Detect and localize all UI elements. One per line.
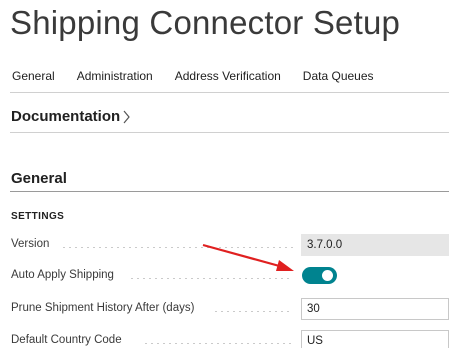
setup-page: Shipping Connector Setup General Adminis… — [0, 0, 449, 348]
field-version: Version 3.7.0.0 — [11, 234, 449, 256]
section-divider — [10, 191, 449, 192]
field-prune-history: Prune Shipment History After (days) 30 — [11, 298, 449, 320]
documentation-divider — [10, 132, 449, 133]
field-default-country: Default Country Code US — [11, 330, 449, 348]
documentation-label: Documentation — [11, 108, 121, 125]
menu-item-general[interactable]: General — [12, 69, 55, 83]
group-caption-settings: SETTINGS — [11, 211, 65, 222]
default-country-input[interactable]: US — [301, 330, 449, 348]
prune-history-label: Prune Shipment History After (days) — [11, 302, 195, 314]
annotation-arrow-icon — [202, 243, 294, 271]
menu-item-data-queues[interactable]: Data Queues — [303, 69, 374, 83]
prune-history-input[interactable]: 30 — [301, 298, 449, 320]
default-country-label: Default Country Code — [11, 334, 122, 346]
auto-apply-shipping-label: Auto Apply Shipping — [11, 269, 114, 281]
field-auto-apply-shipping: Auto Apply Shipping — [11, 265, 449, 287]
action-menu: General Administration Address Verificat… — [12, 69, 374, 83]
chevron-right-icon — [123, 110, 130, 123]
dotted-leader — [213, 311, 293, 312]
menu-divider — [10, 92, 449, 93]
menu-item-administration[interactable]: Administration — [77, 69, 153, 83]
section-title-general: General — [11, 170, 67, 187]
version-value: 3.7.0.0 — [301, 234, 449, 256]
documentation-link[interactable]: Documentation — [11, 108, 131, 125]
version-label: Version — [11, 238, 50, 250]
dotted-leader — [129, 278, 293, 279]
auto-apply-shipping-toggle[interactable] — [302, 267, 337, 284]
menu-item-address-verification[interactable]: Address Verification — [175, 69, 281, 83]
toggle-knob — [322, 270, 333, 281]
page-title: Shipping Connector Setup — [10, 4, 401, 41]
dotted-leader — [61, 247, 293, 248]
dotted-leader — [143, 343, 293, 344]
